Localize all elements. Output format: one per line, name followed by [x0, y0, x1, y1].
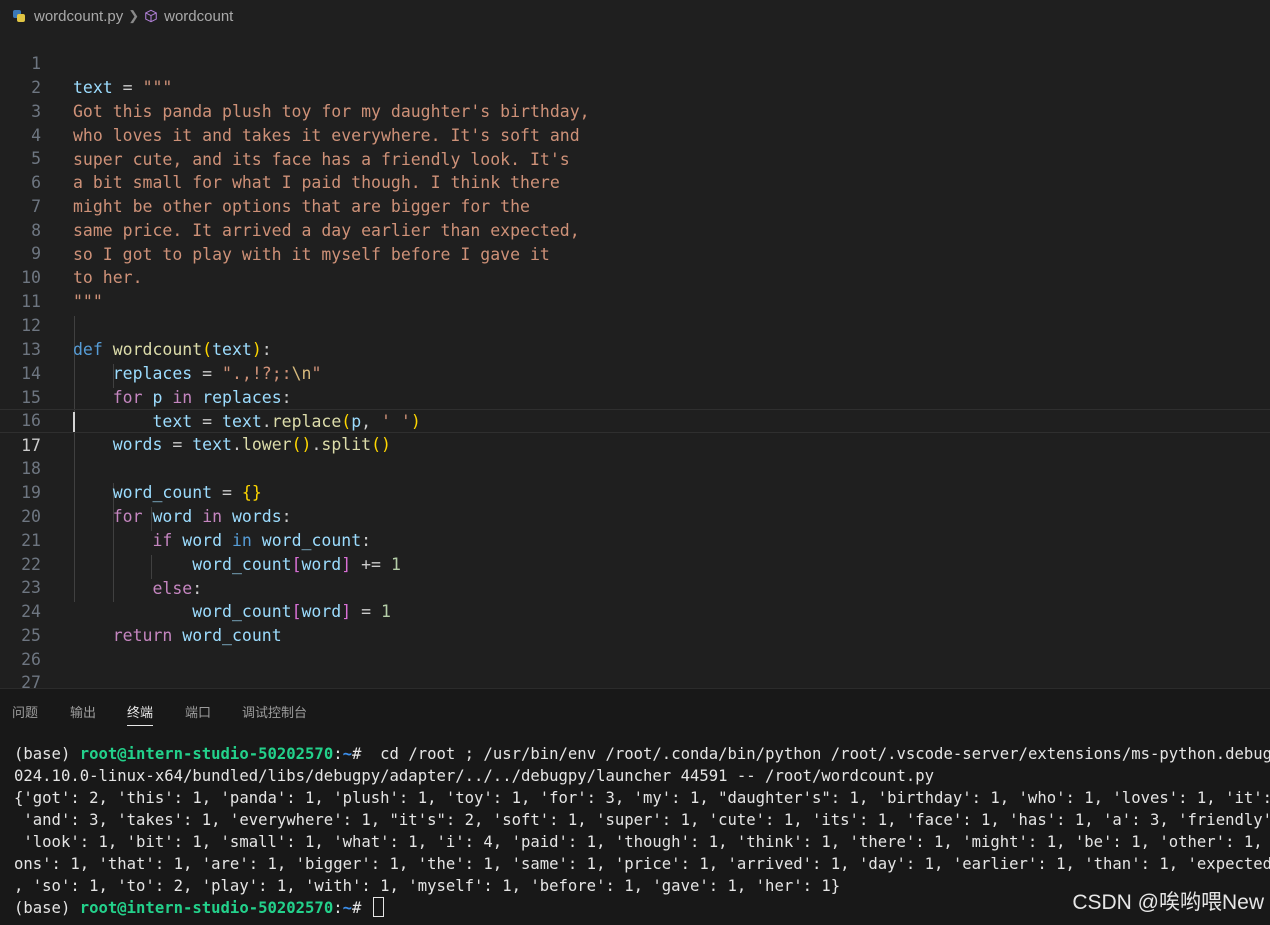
code-line: 6 might be other options that are bigger… — [0, 147, 1270, 216]
prompt-end: # — [351, 899, 371, 917]
prompt-user: root@intern-studio-50202570 — [79, 745, 334, 763]
code-line: 25 — [0, 600, 1270, 645]
code-line: 1 text = """ — [0, 28, 1270, 97]
prompt-path: ~ — [342, 745, 352, 763]
code-line: 3 who loves it and takes it everywhere. … — [0, 76, 1270, 145]
tab-ports[interactable]: 端口 — [185, 702, 211, 721]
code-line: 13 replaces = ".,!?;:\n" — [0, 314, 1270, 383]
prompt-sep: : — [333, 899, 343, 917]
code-line: 27 print(wordcount(text)) — [0, 647, 1270, 716]
code-line: 4 super cute, and its face has a friendl… — [0, 100, 1270, 169]
code-line: 19 for word in words: — [0, 457, 1270, 526]
code-editor[interactable]: 1 text = """ 2 Got this panda plush toy … — [0, 28, 1270, 716]
command-text: cd /root ; /usr/bin/env /root/.conda/bin… — [370, 745, 1270, 763]
tab-debug-console[interactable]: 调试控制台 — [242, 702, 307, 721]
watermark: CSDN @唉哟喂New — [1072, 891, 1264, 914]
terminal-cursor — [372, 897, 384, 917]
chevron-right-icon: ❯ — [128, 8, 140, 23]
code-line: 21 word_count[word] += 1 — [0, 505, 1270, 574]
code-line: 26 — [0, 624, 1270, 669]
code-line: 7 same price. It arrived a day earlier t… — [0, 171, 1270, 240]
prompt-path: ~ — [342, 899, 352, 917]
breadcrumb-file[interactable]: wordcount.py — [34, 8, 123, 25]
code-line: 9 to her. — [0, 218, 1270, 287]
cube-icon — [145, 9, 157, 23]
code-line: 18 word_count = {} — [0, 433, 1270, 502]
code-line: 22 else: — [0, 529, 1270, 598]
text-cursor — [73, 412, 75, 432]
prompt-sep: : — [333, 745, 343, 763]
terminal-line: 'look': 1, 'bit': 1, 'small': 1, 'what':… — [14, 833, 1270, 851]
breadcrumb-symbol[interactable]: wordcount — [164, 8, 233, 25]
code-line: 12 def wordcount(text): — [0, 290, 1270, 359]
prompt-user: root@intern-studio-50202570 — [79, 899, 334, 917]
terminal-line: {'got': 2, 'this': 1, 'panda': 1, 'plush… — [14, 789, 1270, 807]
code-line: 16 words = text.lower().split() — [0, 385, 1270, 454]
prompt-env: (base) — [14, 745, 80, 763]
code-line: 15 text = text.replace(p, ' ') — [0, 362, 1270, 431]
code-line: 20 if word in word_count: — [0, 481, 1270, 550]
tab-output[interactable]: 输出 — [70, 702, 96, 721]
code-line: 14 for p in replaces: — [0, 338, 1270, 407]
code-line: 8 so I got to play with it myself before… — [0, 195, 1270, 264]
tab-terminal[interactable]: 终端 — [127, 702, 154, 726]
tab-problems[interactable]: 问题 — [12, 702, 38, 721]
code-line: 2 Got this panda plush toy for my daught… — [0, 52, 1270, 121]
panel-tabs: 问题 输出 终端 端口 调试控制台 — [0, 689, 1270, 731]
code-line: 24 return word_count — [0, 576, 1270, 645]
code-line: 10 """ — [0, 242, 1270, 311]
terminal-line: 'and': 3, 'takes': 1, 'everywhere': 1, "… — [14, 811, 1270, 829]
prompt-env: (base) — [14, 899, 80, 917]
python-file-icon — [12, 9, 26, 23]
current-line[interactable]: 17 — [0, 409, 1270, 455]
terminal-line: (base) root@intern-studio-50202570:~# cd… — [14, 743, 1270, 765]
terminal-line: ons': 1, 'that': 1, 'are': 1, 'bigger': … — [14, 855, 1270, 873]
code-line: 5 a bit small for what I paid though. I … — [0, 123, 1270, 192]
code-line: 23 word_count[word] = 1 — [0, 552, 1270, 621]
prompt-end: # — [351, 745, 371, 763]
terminal-line: 024.10.0-linux-x64/bundled/libs/debugpy/… — [14, 767, 935, 785]
code-line: 11 — [0, 266, 1270, 311]
